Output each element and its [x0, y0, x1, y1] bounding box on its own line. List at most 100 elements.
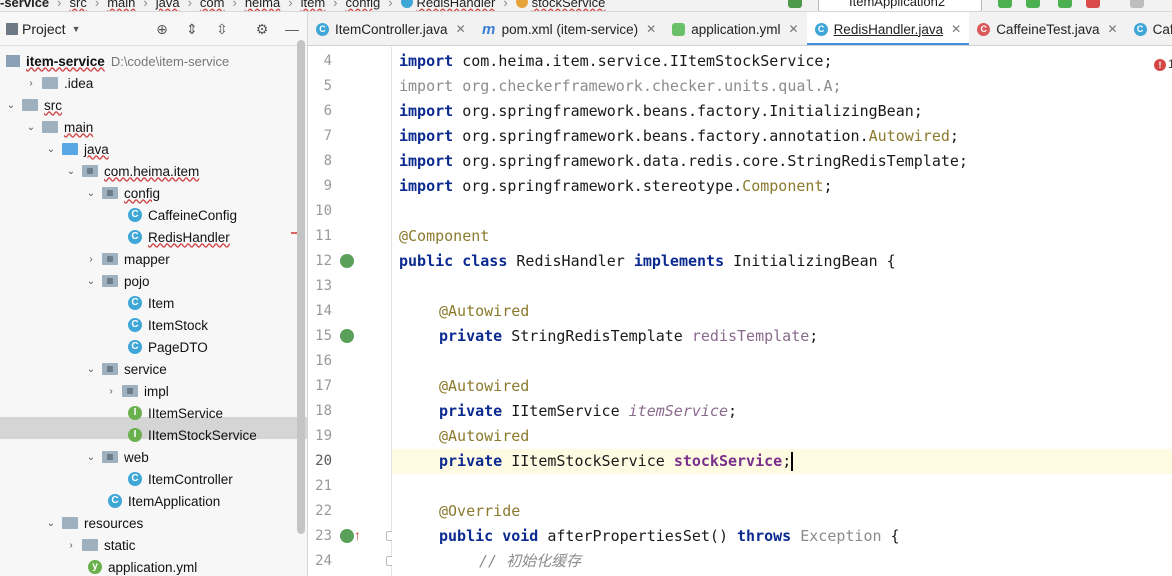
- breadcrumb-com[interactable]: com: [200, 0, 225, 10]
- tree-item-main[interactable]: ⌄ main: [24, 116, 93, 138]
- code-line-current[interactable]: private IItemStockService stockService;: [392, 449, 1172, 474]
- gear-icon[interactable]: ⚙: [254, 21, 270, 37]
- chevron-down-icon[interactable]: ⌄: [4, 100, 18, 111]
- error-count[interactable]: 1: [1168, 57, 1172, 71]
- close-icon[interactable]: ✕: [1108, 22, 1118, 36]
- coverage-icon[interactable]: [1058, 0, 1072, 8]
- tree-item-static[interactable]: › static: [64, 534, 135, 556]
- code-line[interactable]: @Component: [392, 224, 1172, 249]
- code-line[interactable]: import org.checkerframework.checker.unit…: [392, 74, 1172, 99]
- tree-item-item[interactable]: C Item: [124, 292, 174, 314]
- close-icon[interactable]: ✕: [456, 22, 466, 36]
- tab-caffeine-truncated[interactable]: C Caff: [1126, 12, 1172, 45]
- stop-icon[interactable]: [1130, 0, 1144, 8]
- breadcrumb-main[interactable]: main: [107, 0, 135, 10]
- chevron-down-icon[interactable]: ▼: [72, 24, 81, 34]
- tree-item-iitemservice[interactable]: I IItemService: [124, 402, 223, 424]
- chevron-down-icon[interactable]: ⌄: [64, 166, 78, 177]
- code-line[interactable]: private IItemService itemService;: [392, 399, 1172, 424]
- project-scrollbar[interactable]: [297, 40, 305, 534]
- code-line[interactable]: import org.springframework.beans.factory…: [392, 124, 1172, 149]
- tab-application-yml[interactable]: application.yml ✕: [664, 12, 806, 45]
- hide-panel-icon[interactable]: —: [284, 21, 300, 37]
- tree-item-module[interactable]: item-service D:\code\item-service: [4, 50, 229, 72]
- code-editor[interactable]: import com.heima.item.service.IItemStock…: [392, 47, 1172, 576]
- breadcrumb-src[interactable]: src: [70, 0, 87, 10]
- run-configuration-selector[interactable]: ItemApplication2: [818, 0, 982, 11]
- error-indicator-icon[interactable]: !: [1154, 59, 1166, 71]
- breadcrumb-module[interactable]: -service: [0, 0, 49, 10]
- tree-item-java[interactable]: ⌄ java: [44, 138, 109, 160]
- chevron-down-icon[interactable]: ⌄: [84, 364, 98, 375]
- code-line[interactable]: // 初始化缓存: [392, 549, 1172, 574]
- tree-item-web[interactable]: ⌄ web: [84, 446, 149, 468]
- code-line[interactable]: @Autowired: [392, 299, 1172, 324]
- tab-redishandler[interactable]: C RedisHandler.java ✕: [806, 12, 970, 45]
- editor-gutter[interactable]: 4 5 6 7 8 9 10 11 12 13 14 15 16 17 18 1…: [308, 47, 396, 576]
- code-line[interactable]: @Autowired: [392, 424, 1172, 449]
- tree-item-caffeineconfig[interactable]: C CaffeineConfig: [124, 204, 237, 226]
- spring-bean-icon[interactable]: [340, 254, 354, 268]
- tab-label: pom.xml (item-service): [501, 21, 639, 37]
- tree-item-application-yml[interactable]: y application.yml: [84, 556, 197, 576]
- expand-all-icon[interactable]: ⇕: [184, 21, 200, 37]
- tree-item-itemcontroller[interactable]: C ItemController: [124, 468, 233, 490]
- breadcrumb-heima[interactable]: heima: [245, 0, 280, 10]
- tree-item-impl[interactable]: › impl: [104, 380, 168, 402]
- breadcrumb-config[interactable]: config: [346, 0, 381, 10]
- code-line[interactable]: private StringRedisTemplate redisTemplat…: [392, 324, 1172, 349]
- tree-item-pagedto[interactable]: C PageDTO: [124, 336, 208, 358]
- tree-item-config[interactable]: ⌄ config: [84, 182, 160, 204]
- tab-pom-xml[interactable]: m pom.xml (item-service) ✕: [474, 12, 665, 45]
- chevron-down-icon[interactable]: ⌄: [84, 276, 98, 287]
- breadcrumb-item[interactable]: item: [301, 0, 326, 10]
- breadcrumb-field[interactable]: stockService: [532, 0, 606, 10]
- project-panel-title[interactable]: Project: [22, 21, 66, 37]
- tree-item-iitemstockservice[interactable]: I IItemStockService: [124, 424, 257, 446]
- chevron-right-icon[interactable]: ›: [64, 540, 78, 551]
- code-line[interactable]: public class RedisHandler implements Ini…: [392, 249, 1172, 274]
- code-line[interactable]: @Autowired: [392, 374, 1172, 399]
- tree-item-resources[interactable]: ⌄ resources: [44, 512, 143, 534]
- code-line[interactable]: import org.springframework.data.redis.co…: [392, 149, 1172, 174]
- tab-itemcontroller[interactable]: C ItemController.java ✕: [308, 12, 474, 45]
- code-line[interactable]: import com.heima.item.service.IItemStock…: [392, 49, 1172, 74]
- close-icon[interactable]: ✕: [789, 22, 799, 36]
- spring-autowired-icon[interactable]: [340, 329, 354, 343]
- build-hammer-icon[interactable]: [788, 0, 802, 8]
- close-icon[interactable]: ✕: [646, 22, 656, 36]
- override-method-icon[interactable]: [340, 529, 354, 543]
- tree-item-redishandler[interactable]: C RedisHandler: [124, 226, 230, 248]
- tree-item-package-root[interactable]: ⌄ com.heima.item: [64, 160, 199, 182]
- debug-icon[interactable]: [1026, 0, 1040, 8]
- tree-item-service[interactable]: ⌄ service: [84, 358, 167, 380]
- run-icon[interactable]: [998, 0, 1012, 8]
- tree-item-src[interactable]: ⌄ src: [4, 94, 62, 116]
- code-line[interactable]: @Override: [392, 499, 1172, 524]
- chevron-right-icon[interactable]: ›: [104, 386, 118, 397]
- breadcrumb-class[interactable]: RedisHandler: [417, 0, 496, 10]
- breadcrumb-java[interactable]: java: [156, 0, 180, 10]
- arrow-up-icon[interactable]: ↑: [354, 527, 361, 543]
- folder-icon: [22, 99, 38, 111]
- collapse-all-icon[interactable]: ⇳: [214, 21, 230, 37]
- profile-icon[interactable]: [1086, 0, 1100, 8]
- chevron-right-icon[interactable]: ›: [84, 254, 98, 265]
- tree-item-mapper[interactable]: › mapper: [84, 248, 169, 270]
- locate-file-icon[interactable]: ⊕: [154, 21, 170, 37]
- close-icon[interactable]: ✕: [951, 22, 961, 36]
- code-line[interactable]: public void afterPropertiesSet() throws …: [392, 524, 1172, 549]
- tab-caffeinetest[interactable]: C CaffeineTest.java ✕: [969, 12, 1125, 45]
- chevron-right-icon[interactable]: ›: [24, 78, 38, 89]
- chevron-down-icon[interactable]: ⌄: [84, 188, 98, 199]
- tree-item-idea[interactable]: › .idea: [24, 72, 93, 94]
- chevron-down-icon[interactable]: ⌄: [24, 122, 38, 133]
- chevron-down-icon[interactable]: ⌄: [84, 452, 98, 463]
- tree-item-itemapplication[interactable]: C ItemApplication: [104, 490, 220, 512]
- code-line[interactable]: import org.springframework.stereotype.Co…: [392, 174, 1172, 199]
- chevron-down-icon[interactable]: ⌄: [44, 518, 58, 529]
- tree-item-itemstock[interactable]: C ItemStock: [124, 314, 208, 336]
- chevron-down-icon[interactable]: ⌄: [44, 144, 58, 155]
- tree-item-pojo[interactable]: ⌄ pojo: [84, 270, 150, 292]
- code-line[interactable]: import org.springframework.beans.factory…: [392, 99, 1172, 124]
